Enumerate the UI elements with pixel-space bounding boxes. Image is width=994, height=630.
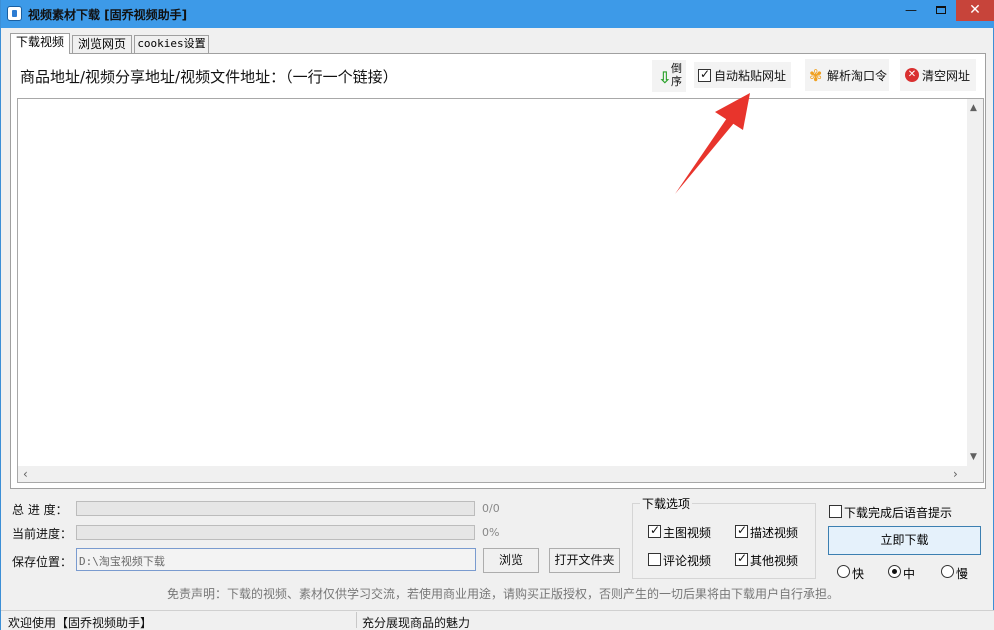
parse-label: 解析淘口令 [827, 69, 888, 83]
vertical-scrollbar[interactable]: ▲ ▼ [967, 99, 983, 466]
total-progress-label: 总 进 度： [12, 503, 68, 517]
speed-fast-radio[interactable] [837, 565, 850, 578]
auto-paste-checkbox[interactable] [698, 67, 711, 82]
speed-slow-radio[interactable] [941, 565, 954, 578]
current-progress-text: 0% [482, 526, 500, 539]
close-circle-icon: ✕ [905, 68, 919, 82]
flower-icon: ✾ [809, 66, 823, 85]
clear-urls-button[interactable]: ✕ 清空网址 [900, 59, 976, 91]
speed-fast-label: 快 [852, 567, 865, 581]
comment-video-checkbox[interactable] [648, 553, 661, 566]
tab-browse-web[interactable]: 浏览网页 [72, 35, 132, 53]
reverse-order-button[interactable]: ⇩ 倒序 [652, 60, 686, 92]
main-video-checkbox[interactable] [648, 523, 661, 538]
speed-medium-radio[interactable] [888, 565, 901, 578]
desc-video-label: 描述视频 [750, 526, 799, 540]
scroll-right-icon[interactable]: › [953, 467, 958, 481]
url-textarea[interactable] [17, 98, 984, 483]
total-progress-bar [76, 501, 475, 516]
speed-slow-label: 慢 [956, 567, 969, 581]
other-video-label: 其他视频 [750, 554, 799, 568]
status-divider [356, 612, 357, 628]
scroll-left-icon[interactable]: ‹ [23, 467, 28, 481]
app-logo-icon [7, 6, 22, 21]
download-options-title: 下载选项 [640, 495, 693, 512]
status-bar: 欢迎使用【固乔视频助手】 充分展现商品的魅力 [1, 610, 994, 630]
voice-prompt-label: 下载完成后语音提示 [844, 506, 953, 520]
voice-prompt-checkbox[interactable] [829, 505, 842, 518]
save-location-label: 保存位置： [12, 555, 73, 569]
title-bar: 视频素材下载 [固乔视频助手] — ✕ [1, 0, 994, 28]
maximize-icon [936, 6, 946, 14]
auto-paste-label: 自动粘贴网址 [714, 69, 787, 83]
disclaimer-text: 免责声明：下载的视频、素材仅供学习交流，若使用商业用途，请购买正版授权，否则产生… [167, 587, 840, 601]
total-progress-text: 0/0 [482, 502, 500, 515]
comment-video-label: 评论视频 [663, 554, 712, 568]
close-button[interactable]: ✕ [956, 0, 994, 21]
app-window: 视频素材下载 [固乔视频助手] — ✕ 下载视频 浏览网页 cookies设置 … [0, 0, 994, 630]
scrollbar-corner [967, 466, 983, 482]
arrow-down-icon: ⇩ [658, 68, 672, 87]
window-title: 视频素材下载 [固乔视频助手] [28, 8, 188, 22]
current-progress-label: 当前进度： [12, 527, 73, 541]
speed-medium-label: 中 [903, 567, 916, 581]
maximize-button[interactable] [927, 0, 955, 21]
scroll-up-icon[interactable]: ▲ [970, 103, 977, 113]
desc-video-checkbox[interactable] [735, 523, 748, 538]
horizontal-scrollbar[interactable]: ‹ › [18, 466, 967, 482]
tab-cookies-settings[interactable]: cookies设置 [134, 35, 209, 53]
browse-button[interactable]: 浏览 [483, 548, 539, 573]
url-input-label: 商品地址/视频分享地址/视频文件地址：（一行一个链接） [20, 68, 398, 86]
open-folder-button[interactable]: 打开文件夹 [549, 548, 620, 573]
status-right-text: 充分展现商品的魅力 [362, 616, 471, 630]
parse-taokouling-button[interactable]: ✾ 解析淘口令 [805, 59, 889, 91]
scroll-down-icon[interactable]: ▼ [970, 452, 977, 462]
current-progress-bar [76, 525, 475, 540]
other-video-checkbox[interactable] [735, 551, 748, 566]
save-path-input[interactable]: D:\淘宝视频下载 [76, 548, 476, 571]
main-video-label: 主图视频 [663, 526, 712, 540]
minimize-button[interactable]: — [897, 0, 925, 21]
auto-paste-toggle[interactable]: 自动粘贴网址 [694, 62, 791, 88]
status-left-text: 欢迎使用【固乔视频助手】 [8, 616, 153, 630]
download-now-button[interactable]: 立即下载 [828, 526, 981, 555]
tab-download-video[interactable]: 下载视频 [10, 33, 70, 54]
reverse-order-label: 倒序 [671, 62, 682, 88]
clear-label: 清空网址 [922, 69, 971, 83]
